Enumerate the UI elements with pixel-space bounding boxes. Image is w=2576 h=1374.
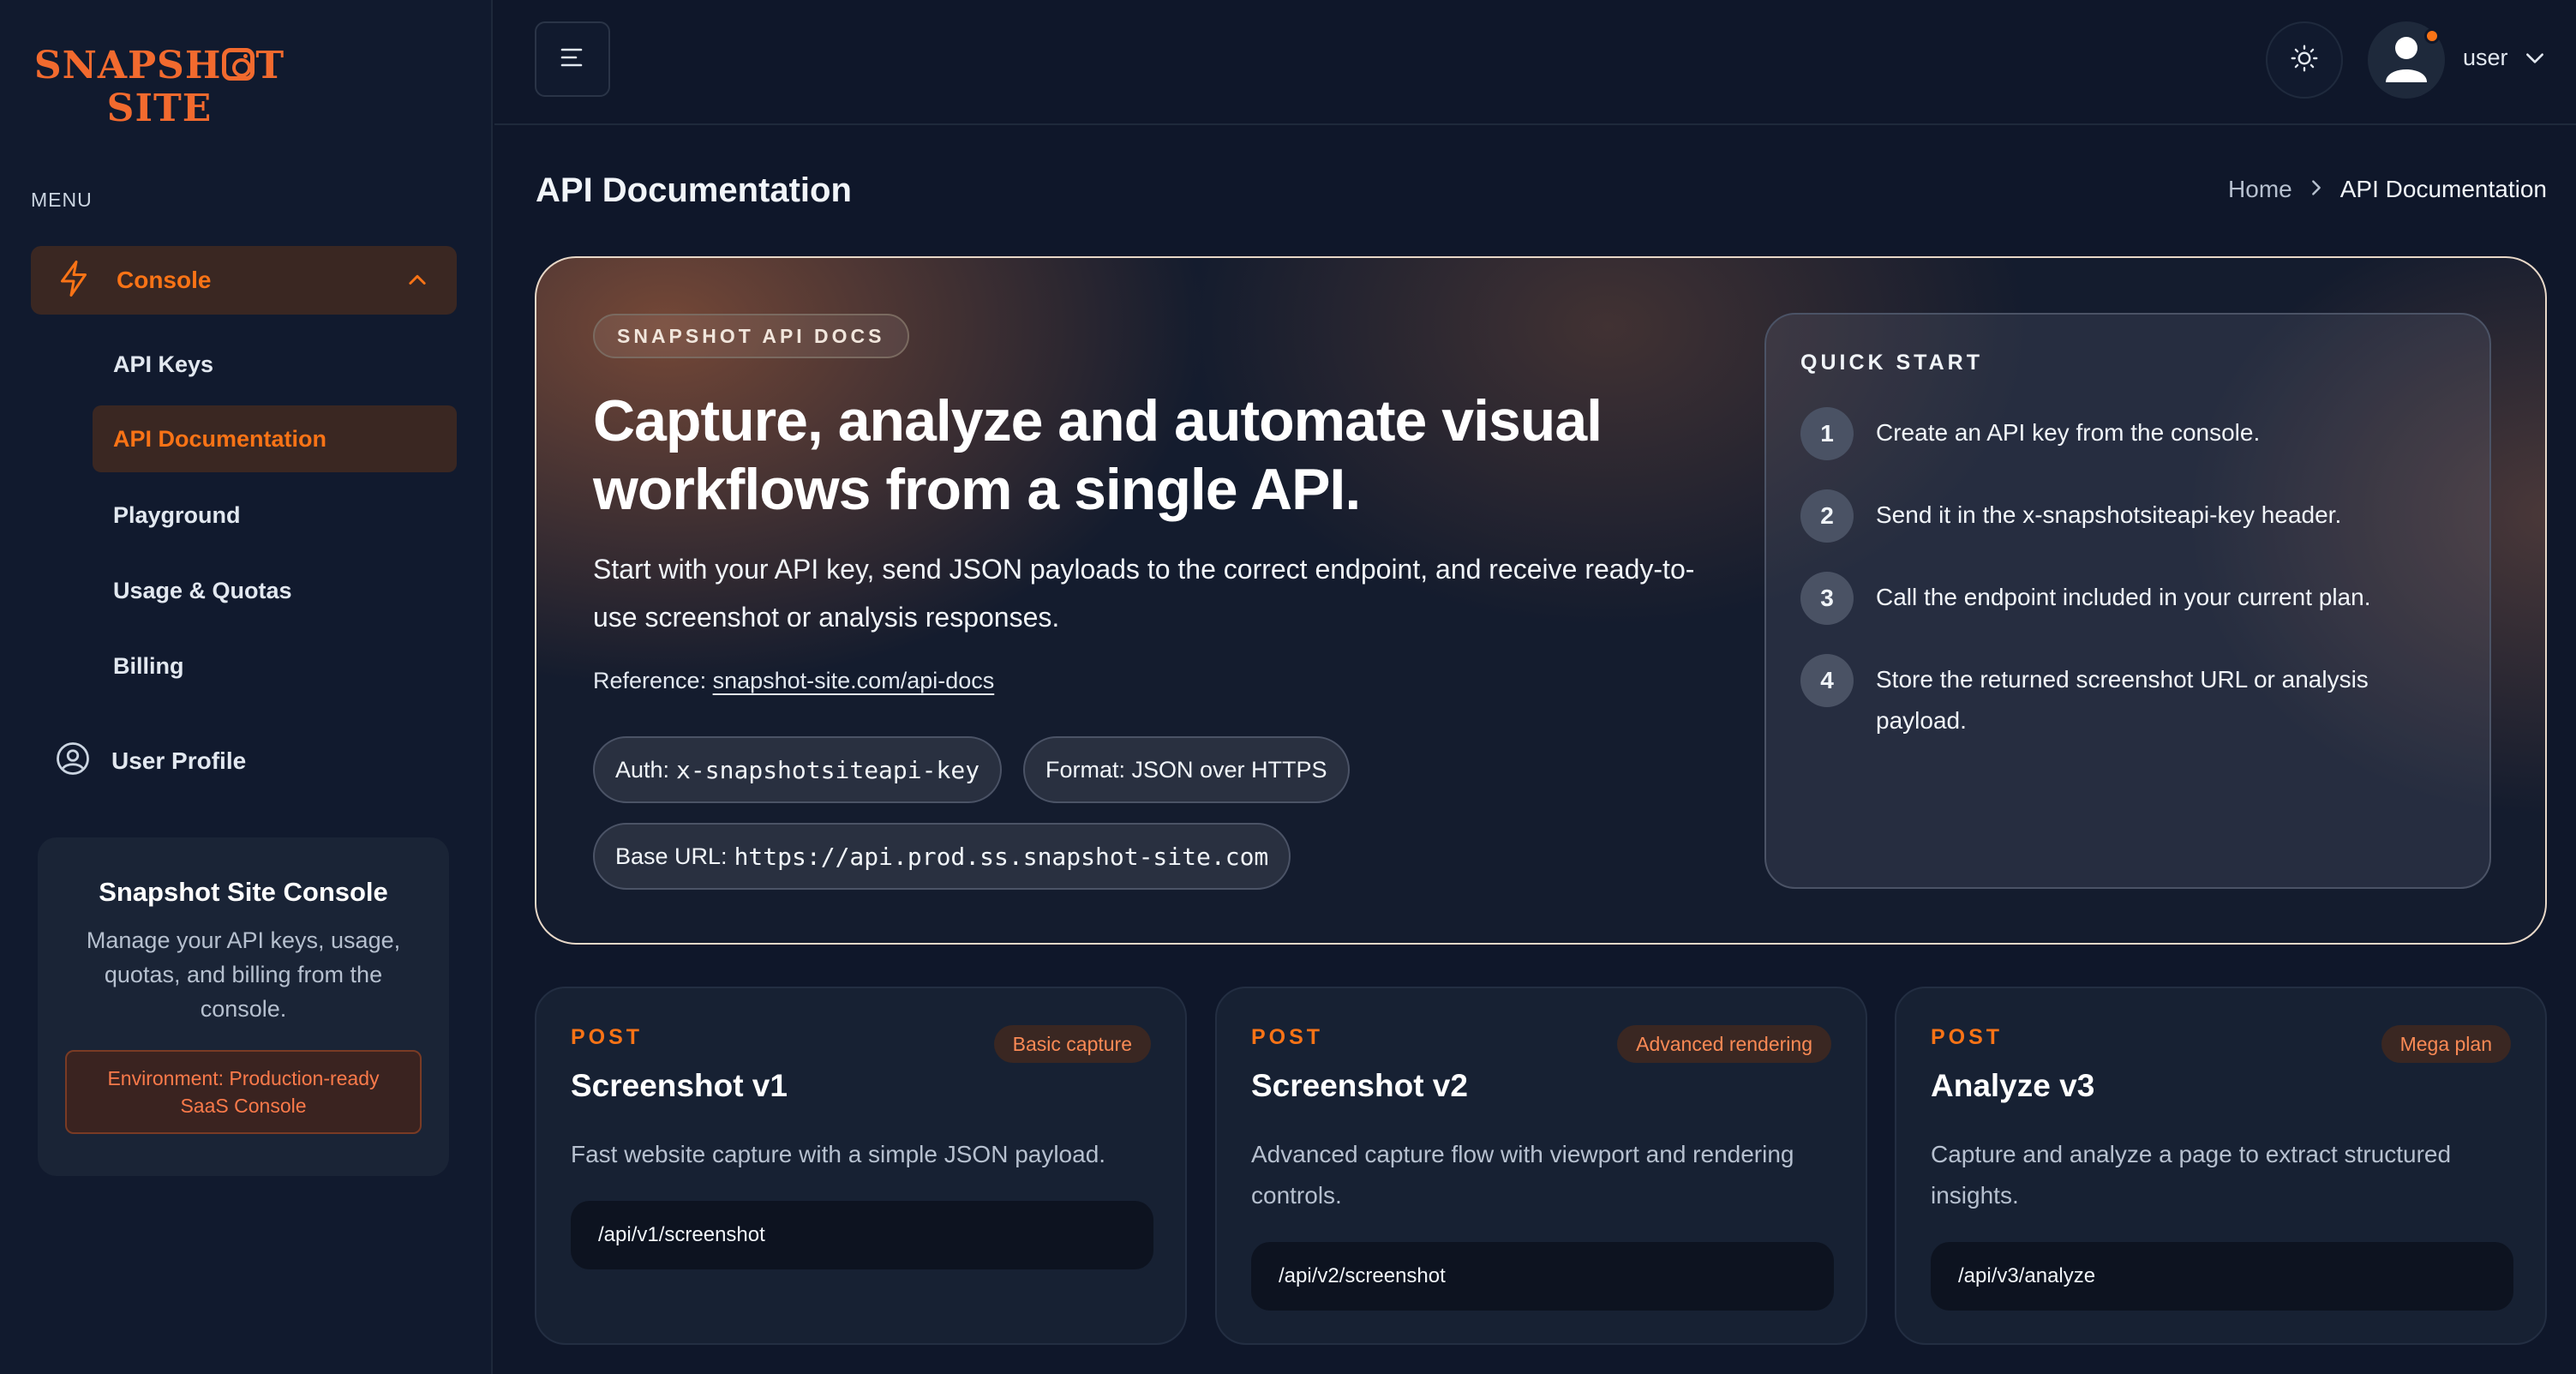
sidebar-item-console[interactable]: Console (31, 246, 457, 315)
step-text: Send it in the x-snapshotsiteapi-key hea… (1876, 501, 2342, 528)
endpoint-path[interactable]: /api/v2/screenshot (1251, 1242, 1834, 1311)
menu-toggle-button[interactable] (535, 21, 610, 97)
menu-label: MENU (31, 189, 93, 211)
endpoint-path[interactable]: /api/v3/analyze (1931, 1242, 2513, 1311)
plan-tag: Mega plan (2381, 1025, 2511, 1063)
hero-description: Start with your API key, send JSON paylo… (593, 554, 1695, 633)
hamburger-icon (559, 45, 586, 74)
avatar[interactable] (2368, 21, 2445, 99)
sun-icon (2289, 43, 2320, 78)
endpoint-card-screenshot-v2[interactable]: POST Advanced rendering Screenshot v2 Ad… (1215, 987, 1867, 1345)
chevron-right-icon (2309, 176, 2323, 203)
endpoint-card-screenshot-v1[interactable]: POST Basic capture Screenshot v1 Fast we… (535, 987, 1187, 1345)
notification-dot (2424, 28, 2440, 44)
endpoint-name: Screenshot v1 (571, 1068, 788, 1103)
user-circle-icon (55, 741, 91, 783)
breadcrumb: Home API Documentation (2228, 176, 2547, 203)
quick-start-step: 4 Store the returned screenshot URL or a… (1800, 654, 2469, 741)
auth-value: x-snapshotsiteapi-key (676, 755, 980, 784)
endpoint-path[interactable]: /api/v1/screenshot (571, 1201, 1153, 1269)
promo-text: Manage your API keys, usage, quotas, and… (86, 927, 401, 1022)
sidebar-item-playground[interactable]: Playground (93, 482, 457, 549)
user-avatar-icon (2384, 34, 2429, 87)
theme-toggle-button[interactable] (2266, 21, 2343, 99)
snapshot-site-logo[interactable]: SNAPSH T SITE (31, 45, 288, 130)
chevron-up-icon[interactable] (405, 268, 429, 297)
quick-start-step: 2 Send it in the x-snapshotsiteapi-key h… (1800, 489, 2469, 543)
sidebar-item-api-keys[interactable]: API Keys (93, 331, 457, 398)
chevron-down-icon[interactable] (2524, 50, 2546, 71)
endpoint-name: Analyze v3 (1931, 1068, 2095, 1103)
quick-start-label: QUICK START (1800, 351, 1983, 375)
quick-start-step: 3 Call the endpoint included in your cur… (1800, 572, 2469, 625)
reference-label: Reference: (593, 668, 707, 693)
console-promo-card: Snapshot Site Console Manage your API ke… (38, 837, 449, 1176)
sidebar-item-user-profile-label: User Profile (111, 747, 247, 774)
base-url-chip: Base URL: https://api.prod.ss.snapshot-s… (593, 823, 1291, 890)
sidebar-item-console-label: Console (117, 267, 212, 293)
http-method: POST (1251, 1025, 1324, 1049)
auth-label: Auth: (615, 756, 670, 783)
hero-badge: SNAPSHOT API DOCS (593, 314, 909, 358)
step-text: Create an API key from the console. (1876, 419, 2261, 446)
endpoint-name: Screenshot v2 (1251, 1068, 1468, 1103)
topbar: user (494, 0, 2576, 125)
step-text: Call the endpoint included in your curre… (1876, 584, 2371, 610)
step-number: 2 (1800, 489, 1854, 543)
plan-tag: Advanced rendering (1617, 1025, 1831, 1063)
environment-badge: Environment: Production-ready SaaS Conso… (65, 1050, 422, 1134)
step-number: 3 (1800, 572, 1854, 625)
plan-tag: Basic capture (993, 1025, 1151, 1063)
sidebar: SNAPSH T SITE MENU Console API Keys API D… (0, 0, 493, 1374)
user-name[interactable]: user (2463, 45, 2508, 71)
quick-start-step: 1 Create an API key from the console. (1800, 407, 2469, 460)
endpoint-description: Fast website capture with a simple JSON … (571, 1141, 1106, 1167)
camera-o-icon (222, 48, 255, 81)
page-title: API Documentation (536, 171, 852, 209)
lightning-icon (58, 260, 89, 301)
step-text: Store the returned screenshot URL or ana… (1876, 666, 2369, 734)
breadcrumb-home-link[interactable]: Home (2228, 176, 2292, 203)
format-chip: Format: JSON over HTTPS (1023, 736, 1350, 803)
sidebar-item-user-profile[interactable]: User Profile (31, 730, 457, 792)
base-url-value: https://api.prod.ss.snapshot-site.com (734, 842, 1269, 871)
hero-title: Capture, analyze and automate visual wor… (593, 388, 1603, 522)
sidebar-item-usage-quotas[interactable]: Usage & Quotas (93, 557, 457, 624)
endpoint-card-analyze-v3[interactable]: POST Mega plan Analyze v3 Capture and an… (1895, 987, 2547, 1345)
step-number: 1 (1800, 407, 1854, 460)
base-url-label: Base URL: (615, 843, 728, 869)
auth-chip: Auth: x-snapshotsiteapi-key (593, 736, 1003, 803)
quick-start-panel: QUICK START 1 Create an API key from the… (1764, 313, 2491, 889)
api-docs-link[interactable]: snapshot-site.com/api-docs (713, 668, 995, 693)
promo-title: Snapshot Site Console (99, 877, 388, 907)
hero-section: SNAPSHOT API DOCS Capture, analyze and a… (535, 256, 2547, 945)
step-number: 4 (1800, 654, 1854, 707)
endpoint-description: Capture and analyze a page to extract st… (1931, 1141, 2452, 1209)
http-method: POST (1931, 1025, 2004, 1049)
breadcrumb-current: API Documentation (2339, 176, 2547, 202)
sidebar-item-billing[interactable]: Billing (93, 633, 457, 699)
http-method: POST (571, 1025, 644, 1049)
endpoint-description: Advanced capture flow with viewport and … (1251, 1141, 1794, 1209)
sidebar-item-api-documentation[interactable]: API Documentation (93, 405, 457, 472)
reference-line: Reference: snapshot-site.com/api-docs (593, 668, 994, 694)
